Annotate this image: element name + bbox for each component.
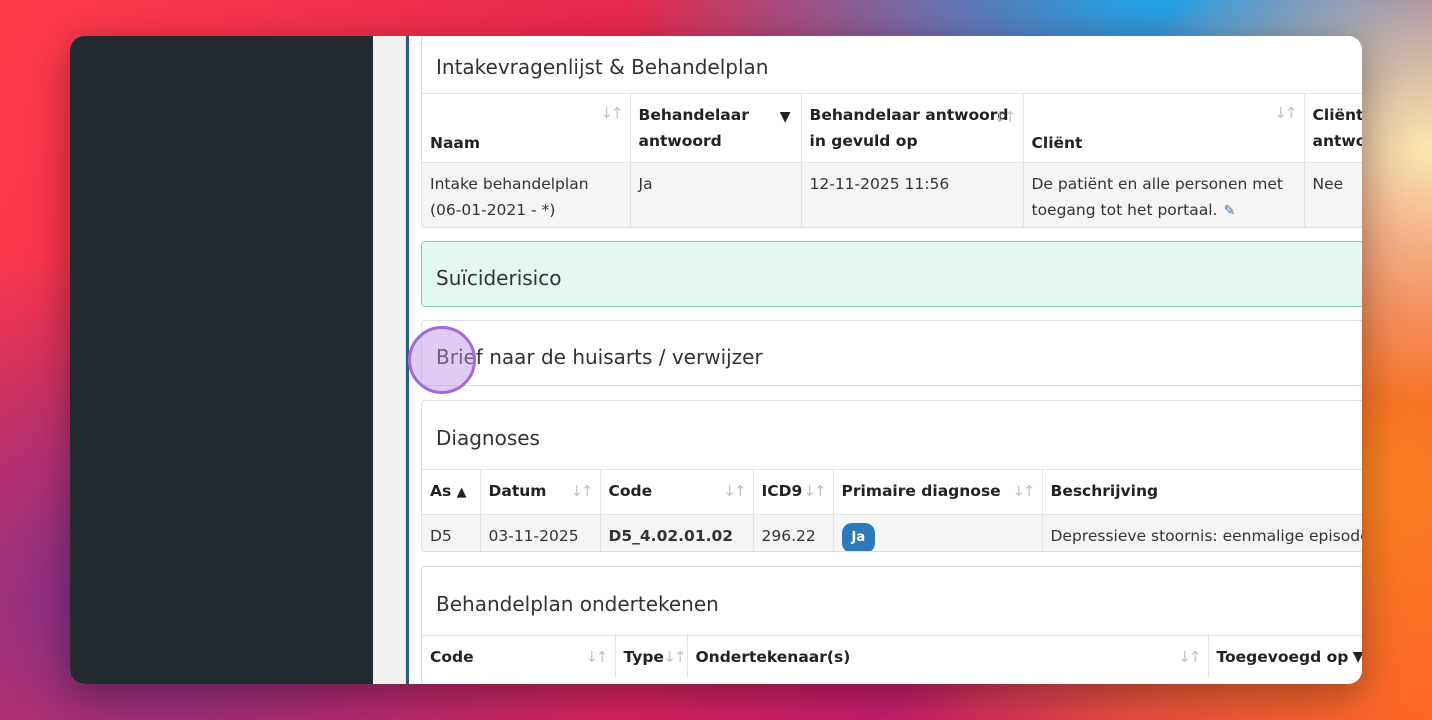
main-content: Intakevragenlijst & Behandelplan ↓↑ Naam… — [409, 36, 1362, 684]
suicide-card[interactable]: Suïciderisico — [421, 241, 1362, 307]
chevron-down-icon[interactable]: ▼ — [1353, 644, 1362, 670]
brief-title: Brief naar de huisarts / verwijzer — [436, 345, 763, 369]
sort-icon[interactable]: ↓↑ — [1012, 478, 1035, 504]
col-as[interactable]: As ▲ — [422, 469, 481, 515]
sort-icon[interactable]: ↓↑ — [803, 478, 826, 504]
suicide-title: Suïciderisico — [436, 266, 562, 290]
sidebar — [70, 36, 373, 684]
sort-icon[interactable]: ↓↑ — [663, 644, 686, 670]
pencil-icon[interactable]: ✎ — [1223, 203, 1235, 219]
sort-icon[interactable]: ↓↑ — [600, 104, 623, 122]
cell-code: D5_4.02.01.02 — [600, 514, 754, 551]
intake-table: ↓↑ Naam ▼ Behandelaar antwoord ↓↑ Behand… — [422, 93, 1362, 227]
cell-beschrijving: Depressieve stoornis: eenmalige episode — [1042, 514, 1362, 551]
col-sign-code[interactable]: Code ↓↑ — [422, 635, 616, 678]
col-naam[interactable]: ↓↑ Naam — [422, 93, 631, 163]
intake-title: Intakevragenlijst & Behandelplan — [436, 55, 769, 79]
sign-card: Behandelplan ondertekenen Code ↓↑ Type ↓↑ … — [421, 566, 1362, 684]
cursor-highlight — [408, 326, 476, 394]
col-sign-toegevoegd[interactable]: Toegevoegd op▼ — [1208, 635, 1362, 678]
col-sign-type[interactable]: Type ↓↑ — [615, 635, 688, 678]
col-datum[interactable]: Datum ↓↑ — [480, 469, 601, 515]
cell-primaire: Ja — [833, 514, 1043, 551]
cell-datum: 03-11-2025 — [480, 514, 601, 551]
col-icd9[interactable]: ICD9 ↓↑ — [753, 469, 834, 515]
intake-card: Intakevragenlijst & Behandelplan ↓↑ Naam… — [421, 36, 1362, 228]
sort-icon[interactable]: ↓↑ — [723, 478, 746, 504]
col-client-antwoord[interactable]: Cliënt antwoord — [1304, 93, 1362, 163]
cell-client-antwoord: Nee — [1304, 162, 1362, 227]
table-row: Intake behandelplan (06-01-2021 - *) Ja … — [422, 162, 1362, 227]
col-ingevuld-op[interactable]: ↓↑ Behandelaar antwoord in gevuld op — [801, 93, 1024, 163]
status-badge: Ja — [841, 523, 876, 551]
cell-icd9: 296.22 — [753, 514, 834, 551]
app-window: Intakevragenlijst & Behandelplan ↓↑ Naam… — [70, 36, 1362, 684]
col-primaire[interactable]: Primaire diagnose ↓↑ — [833, 469, 1043, 515]
table-row: D5 03-11-2025 D5_4.02.01.02 296.22 Ja De… — [422, 514, 1362, 551]
diagnoses-card: Diagnoses As ▲ Datum ↓↑ Code ↓↑ ICD9 ↓↑ … — [421, 400, 1362, 552]
sort-icon[interactable]: ↓↑ — [585, 644, 608, 670]
cell-naam: Intake behandelplan (06-01-2021 - *) — [422, 162, 631, 227]
sort-icon[interactable]: ↓↑ — [1274, 104, 1297, 122]
cell-ingevuld-op: 12-11-2025 11:56 — [801, 162, 1024, 227]
sort-icon[interactable]: ↓↑ — [570, 478, 593, 504]
sort-icon[interactable]: ↓↑ — [1178, 644, 1201, 670]
diagnoses-table: As ▲ Datum ↓↑ Code ↓↑ ICD9 ↓↑ Primaire diag… — [422, 469, 1362, 551]
sign-title: Behandelplan ondertekenen — [436, 592, 719, 616]
sort-icon[interactable]: ↓↑ — [993, 104, 1016, 130]
col-code[interactable]: Code ↓↑ — [600, 469, 754, 515]
gutter — [373, 36, 406, 684]
chevron-down-icon[interactable]: ▼ — [780, 104, 791, 130]
cell-behandelaar-antwoord: Ja — [630, 162, 802, 227]
diagnoses-title: Diagnoses — [436, 426, 540, 450]
col-behandelaar-antwoord[interactable]: ▼ Behandelaar antwoord — [630, 93, 802, 163]
col-beschrijving[interactable]: Beschrijving — [1042, 469, 1362, 515]
cell-client: De patiënt en alle personen met toegang … — [1023, 162, 1305, 227]
cell-as: D5 — [422, 514, 481, 551]
col-sign-ondertekenaar[interactable]: Ondertekenaar(s) ↓↑ — [687, 635, 1209, 678]
col-client[interactable]: ↓↑ Cliënt — [1023, 93, 1305, 163]
sign-table: Code ↓↑ Type ↓↑ Ondertekenaar(s) ↓↑ Toegevo… — [422, 635, 1362, 678]
chevron-up-icon[interactable]: ▲ — [457, 485, 467, 500]
brief-card[interactable]: Brief naar de huisarts / verwijzer — [421, 320, 1362, 386]
